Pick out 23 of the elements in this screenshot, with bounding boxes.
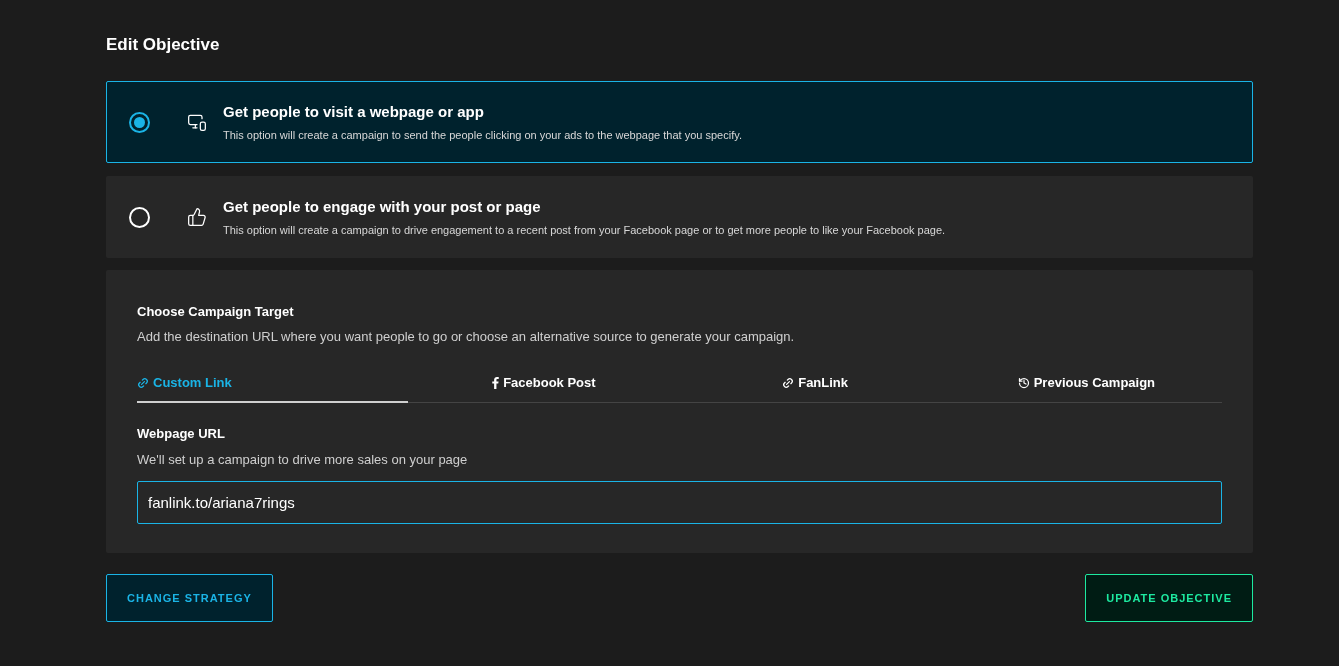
url-input-field[interactable]: fanlink.to/ariana7rings: [137, 481, 1222, 524]
devices-icon: [187, 112, 207, 132]
update-objective-button[interactable]: UPDATE OBJECTIVE: [1085, 574, 1253, 622]
option-description: This option will create a campaign to drive engagement to a recent post from your Facebook page or to get more people to like your Facebook page.: [223, 222, 946, 238]
option-description: This option will create a campaign to send the people clicking on your ads to the webpage that you specify.: [223, 127, 742, 143]
field-hint: We'll set up a campaign to drive more sales on your page: [137, 450, 469, 469]
option-title: Get people to engage with your post or page: [223, 197, 542, 217]
history-icon: [1017, 376, 1030, 389]
page-title: Edit Objective: [106, 34, 221, 54]
target-tab[interactable]: Custom Link: [137, 364, 409, 403]
field-label: Webpage URL: [137, 425, 226, 443]
facebook-icon: [492, 376, 500, 389]
thumbs-up-icon: [187, 207, 207, 227]
target-tab[interactable]: FanLink: [679, 364, 951, 403]
target-tab[interactable]: Previous Campaign: [950, 364, 1222, 403]
change-strategy-button[interactable]: CHANGE STRATEGY: [106, 574, 273, 622]
target-tab[interactable]: Facebook Post: [408, 364, 680, 403]
section-description: Add the destination URL where you want people to go or choose an alternative source to generate your campaign.: [137, 327, 796, 346]
objective-option[interactable]: Get people to engage with your post or page This option will create a campaign to drive engagement to a recent post from your Facebook page or to get more people to like your Facebook page.: [106, 176, 1253, 258]
radio-button[interactable]: [129, 111, 150, 133]
section-heading: Choose Campaign Target: [137, 303, 295, 321]
objective-option[interactable]: Get people to visit a webpage or app This option will create a campaign to send the people clicking on your ads to the webpage that you specify.: [106, 81, 1253, 163]
option-title: Get people to visit a webpage or app: [223, 102, 485, 122]
